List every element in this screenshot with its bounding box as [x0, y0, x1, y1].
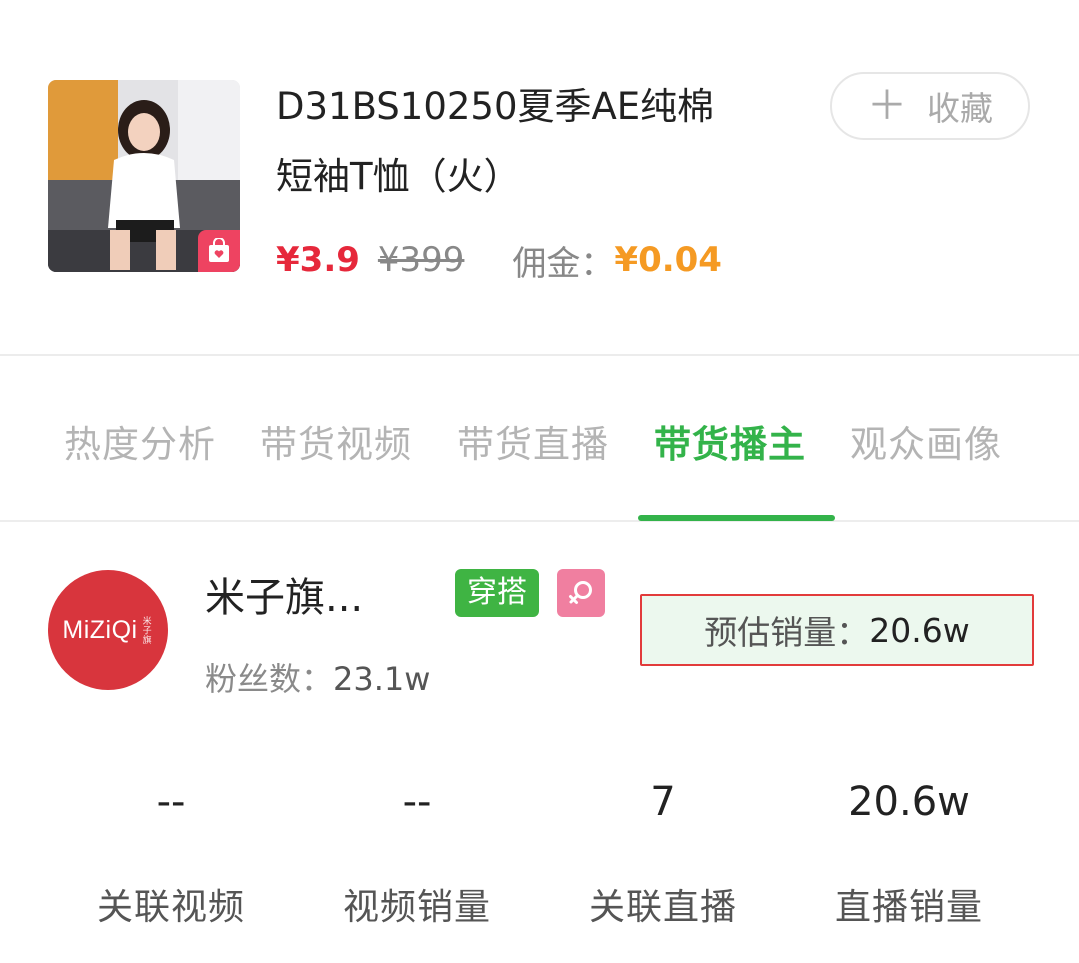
estimated-sales-value: 20.6w [869, 610, 970, 650]
stat-label: 关联视频 [96, 887, 245, 928]
stat-value: 7 [650, 779, 676, 825]
product-title-line2: 短袖T恤（火） [276, 155, 521, 198]
price-row: ¥3.9 ¥399 佣金： ¥0.04 [276, 236, 722, 284]
tab-sales-live[interactable]: 带货直播 [457, 405, 609, 485]
stat-video-sales[interactable]: -- 视频销量 [294, 770, 540, 938]
tab-heat-analysis[interactable]: 热度分析 [64, 405, 216, 485]
stat-related-live[interactable]: 7 关联直播 [540, 770, 786, 938]
product-title-line1: D31BS10250夏季AE纯棉 [276, 85, 715, 128]
tab-bar: 热度分析 带货视频 带货直播 带货播主 观众画像 [48, 405, 1048, 485]
current-price: ¥3.9 [276, 240, 360, 280]
product-thumbnail[interactable] [48, 80, 240, 272]
stat-value: -- [402, 779, 432, 825]
stat-label: 关联直播 [588, 887, 737, 928]
original-price: ¥399 [377, 240, 465, 280]
anchor-logo-subtext: 米子旗 [141, 615, 152, 645]
stat-label: 视频销量 [342, 887, 491, 928]
anchor-name[interactable]: 米子旗... [205, 570, 363, 626]
collect-label: 收藏 [927, 89, 993, 128]
commission-value: ¥0.04 [614, 240, 722, 280]
section-divider [0, 354, 1079, 356]
tab-sales-anchors[interactable]: 带货播主 [654, 405, 806, 485]
female-icon [557, 569, 605, 617]
active-tab-indicator [638, 515, 835, 521]
tab-sales-videos[interactable]: 带货视频 [260, 405, 412, 485]
fans-count: 粉丝数：23.1w [205, 655, 430, 703]
collect-button[interactable]: ＋ 收藏 [830, 72, 1030, 140]
stat-live-sales[interactable]: 20.6w 直播销量 [786, 770, 1032, 938]
stat-related-videos[interactable]: -- 关联视频 [48, 770, 294, 938]
category-tag: 穿搭 [455, 569, 539, 617]
plus-icon: ＋ [867, 83, 907, 129]
anchor-avatar[interactable]: MiZiQi 米子旗 [48, 570, 168, 690]
anchor-logo-text: MiZiQi [62, 615, 138, 644]
estimated-sales-label: 预估销量： [704, 613, 870, 652]
stat-label: 直播销量 [834, 887, 983, 928]
tab-divider [0, 520, 1079, 522]
fans-label: 粉丝数： [205, 660, 334, 698]
shop-bag-icon [198, 230, 240, 272]
commission-label: 佣金： [512, 243, 615, 284]
estimated-sales-box: 预估销量： 20.6w [640, 594, 1034, 666]
fans-value: 23.1w [333, 660, 431, 698]
tab-audience-profile[interactable]: 观众画像 [850, 405, 1002, 485]
product-title: D31BS10250夏季AE纯棉 短袖T恤（火） [276, 72, 796, 212]
stat-value: -- [156, 779, 186, 825]
stat-value: 20.6w [848, 779, 970, 825]
